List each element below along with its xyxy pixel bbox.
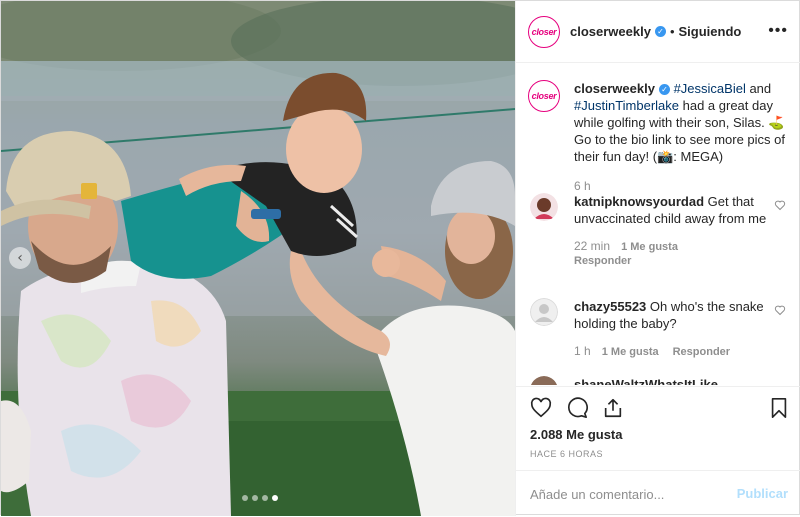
hashtag-link[interactable]: #JessicaBiel [674, 81, 746, 96]
post-caption: closer closerweekly ✓ #JessicaBiel and #J… [528, 80, 790, 193]
comment-meta: 1 h 1 Me gusta Responder [574, 344, 790, 359]
carousel-prev-button[interactable]: ‹ [9, 247, 31, 269]
comment-likes[interactable]: 1 Me gusta [602, 346, 659, 358]
comment-likes[interactable]: 1 Me gusta [621, 241, 678, 253]
post-actions: 2.088 Me gusta HACE 6 HORAS Publicar [516, 386, 800, 516]
photo-illustration [1, 1, 515, 516]
likes-count[interactable]: 2.088 Me gusta [530, 427, 623, 442]
carousel-dots [242, 495, 278, 501]
commenter-avatar[interactable] [530, 376, 558, 385]
instagram-post: ‹ closer closerweekly ✓ • Siguiendo ••• … [0, 0, 800, 516]
chevron-left-icon: ‹ [17, 250, 23, 266]
caption-timestamp[interactable]: 6 h [574, 179, 790, 193]
following-button[interactable]: Siguiendo [679, 24, 742, 39]
caption-fragment: and [745, 81, 772, 96]
comment-text: shaneWaltzWhatsItLike [574, 376, 772, 385]
comment-item: shaneWaltzWhatsItLike [528, 376, 790, 385]
carousel-dot [242, 495, 248, 501]
avatar[interactable]: closer [528, 15, 560, 48]
post-age[interactable]: HACE 6 HORAS [530, 449, 603, 459]
post-header: closer closerweekly ✓ • Siguiendo ••• [516, 1, 800, 63]
comment-meta: 22 min 1 Me gusta Responder [574, 239, 790, 268]
caption-text: closerweekly ✓ #JessicaBiel and #JustinTi… [574, 80, 790, 165]
header-username[interactable]: closerweekly [570, 24, 651, 39]
comment-input[interactable] [530, 485, 730, 503]
caption-username[interactable]: closerweekly [574, 81, 655, 96]
avatar[interactable]: closer [528, 80, 560, 112]
commenter-avatar[interactable] [530, 193, 558, 221]
comment-text: katnipknowsyourdad Get that unvaccinated… [574, 193, 772, 227]
post-photo[interactable]: ‹ [1, 1, 515, 516]
avatar-logo-text: closer [531, 26, 557, 37]
carousel-dot [252, 495, 258, 501]
avatar-logo-text: closer [531, 91, 557, 101]
verified-icon: ✓ [654, 26, 666, 37]
share-icon[interactable] [602, 397, 624, 419]
more-options-icon[interactable]: ••• [768, 23, 788, 39]
comments-list[interactable]: closer closerweekly ✓ #JessicaBiel and #J… [516, 64, 800, 385]
header-separator: • [669, 24, 675, 39]
commenter-avatar[interactable] [530, 298, 558, 326]
bookmark-icon[interactable] [768, 397, 790, 419]
comment-time[interactable]: 1 h [574, 344, 591, 358]
comment-item: chazy55523 Oh who's the snake holding th… [528, 298, 790, 359]
comment-item: katnipknowsyourdad Get that unvaccinated… [528, 193, 790, 268]
heart-icon[interactable] [774, 199, 786, 211]
verified-icon: ✓ [658, 84, 670, 96]
carousel-dot [262, 495, 268, 501]
comment-username[interactable]: shaneWaltzWhatsItLike [574, 377, 718, 385]
comment-icon[interactable] [566, 397, 588, 419]
comment-username[interactable]: chazy55523 [574, 299, 646, 314]
reply-button[interactable]: Responder [673, 346, 730, 358]
comment-username[interactable]: katnipknowsyourdad [574, 194, 704, 209]
reply-button[interactable]: Responder [574, 255, 631, 267]
hashtag-link[interactable]: #JustinTimberlake [574, 98, 679, 113]
comment-time[interactable]: 22 min [574, 239, 610, 253]
comment-text: chazy55523 Oh who's the snake holding th… [574, 298, 772, 332]
publish-button[interactable]: Publicar [737, 486, 788, 501]
heart-icon[interactable] [530, 397, 552, 419]
heart-icon[interactable] [774, 304, 786, 316]
carousel-dot-active [272, 495, 278, 501]
action-icons [530, 397, 624, 419]
post-side-panel: closer closerweekly ✓ • Siguiendo ••• cl… [515, 1, 800, 516]
add-comment-bar: Publicar [516, 470, 800, 517]
